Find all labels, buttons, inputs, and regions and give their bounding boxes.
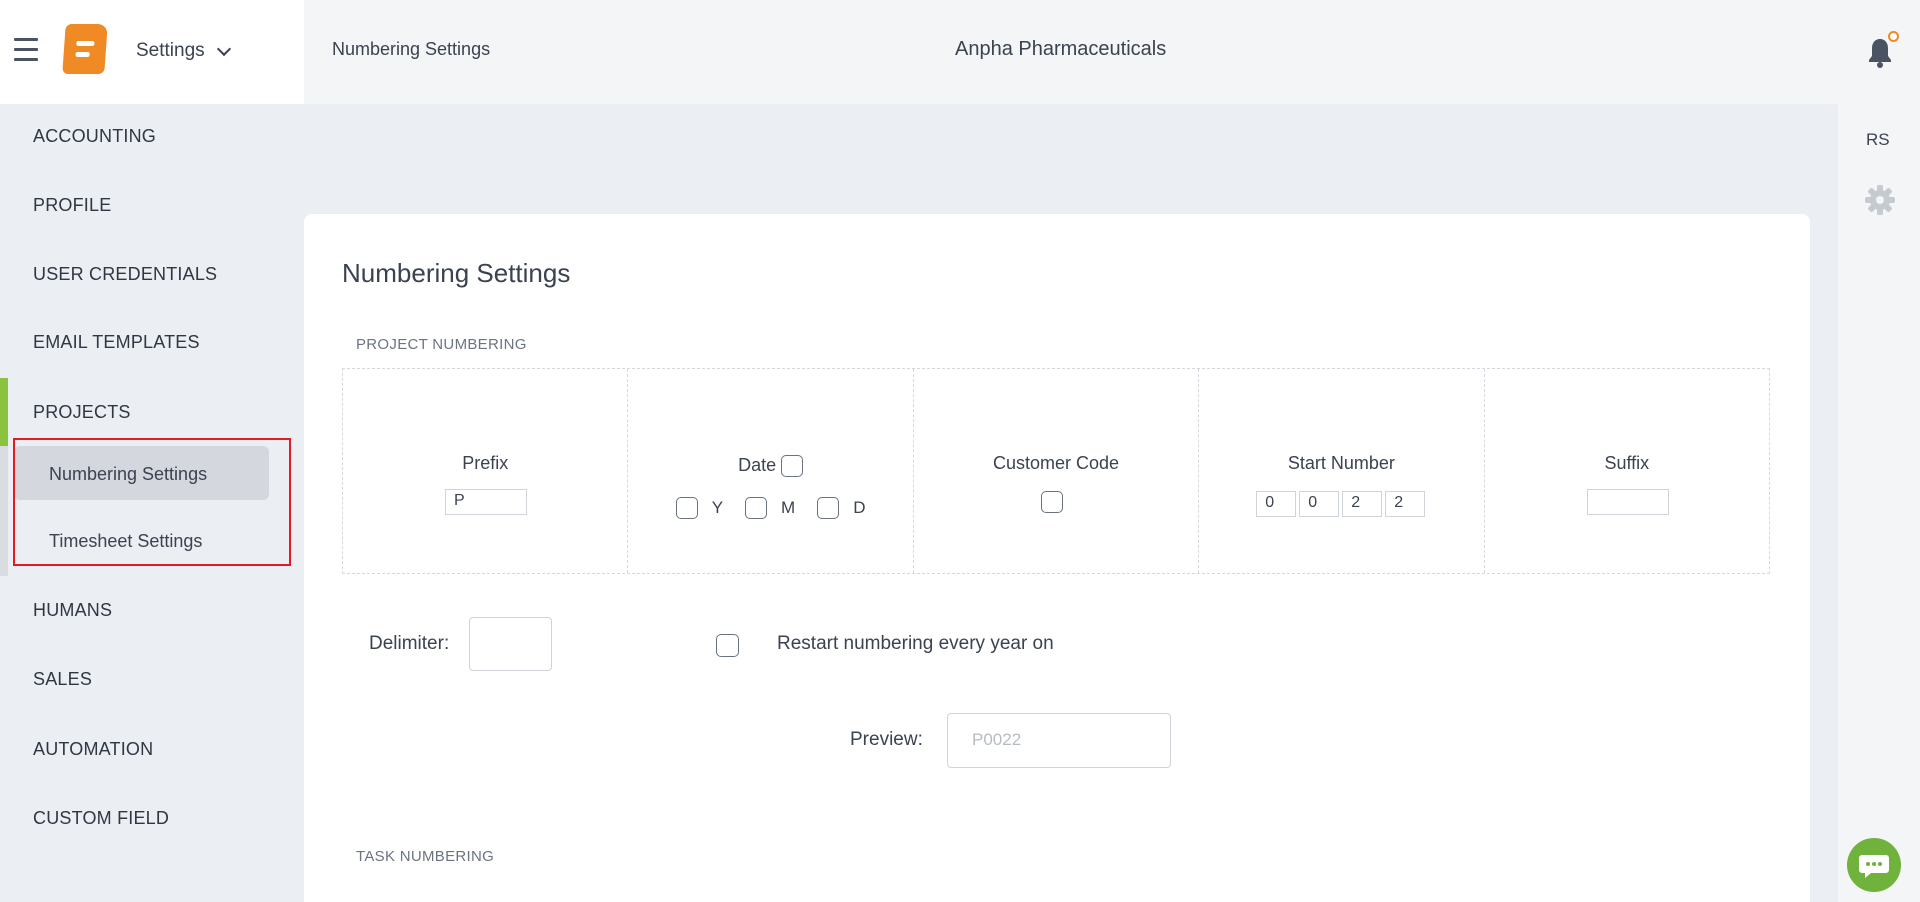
delimiter-label: Delimiter: — [369, 633, 450, 654]
brand-area: Settings — [0, 0, 304, 104]
active-section-indicator — [0, 378, 8, 446]
year-label: Y — [711, 498, 724, 517]
chat-icon — [1859, 855, 1889, 878]
sidebar-item-profile[interactable]: PROFILE — [33, 195, 111, 216]
sidebar-item-humans[interactable]: HUMANS — [33, 600, 112, 621]
delimiter-input[interactable] — [469, 617, 552, 671]
sidebar-subitem-timesheet-settings[interactable]: Timesheet Settings — [49, 531, 202, 552]
month-label: M — [781, 498, 796, 517]
start-digit-4[interactable]: 2 — [1385, 491, 1426, 517]
breadcrumb: Numbering Settings — [332, 39, 491, 59]
hamburger-icon[interactable] — [14, 38, 38, 64]
chevron-down-icon — [216, 41, 231, 56]
sidebar-item-automation[interactable]: AUTOMATION — [33, 739, 153, 760]
start-digit-3[interactable]: 2 — [1342, 491, 1383, 517]
sidebar-subitem-numbering-settings[interactable]: Numbering Settings — [49, 464, 207, 485]
date-label: Date — [738, 455, 777, 475]
sidebar-item-email-templates[interactable]: EMAIL TEMPLATES — [33, 332, 200, 353]
preview-label: Preview: — [850, 729, 923, 750]
date-cell: Date Y M D — [628, 369, 914, 573]
company-name: Anpha Pharmaceuticals — [955, 38, 1167, 60]
section-task-numbering: TASK NUMBERING — [356, 848, 495, 865]
restart-yearly-checkbox[interactable] — [716, 634, 739, 657]
date-checkbox[interactable] — [781, 455, 804, 478]
sidebar — [0, 104, 304, 902]
date-part-year[interactable]: Y — [675, 497, 724, 519]
suffix-cell: Suffix — [1485, 369, 1769, 573]
prefix-input[interactable]: P — [445, 489, 527, 515]
gear-icon[interactable] — [1864, 184, 1896, 216]
start-digit-1[interactable]: 0 — [1256, 491, 1297, 517]
preview-value: P0022 — [972, 730, 1022, 749]
notification-dot — [1888, 31, 1899, 42]
numbering-grid: Prefix P Date Y M D Customer Code Start … — [342, 368, 1770, 574]
sidebar-item-accounting[interactable]: ACCOUNTING — [33, 126, 156, 147]
customer-code-label: Customer Code — [992, 453, 1120, 473]
date-part-month[interactable]: M — [745, 497, 795, 519]
date-label-row: Date — [628, 455, 912, 478]
sidebar-item-projects[interactable]: PROJECTS — [33, 402, 131, 423]
module-label: Settings — [136, 40, 205, 61]
day-label: D — [853, 498, 866, 517]
app-logo[interactable] — [62, 24, 108, 74]
month-checkbox[interactable] — [745, 497, 768, 519]
user-initials[interactable]: RS — [1866, 130, 1890, 150]
start-number-cell: Start Number 0 0 2 2 — [1199, 369, 1485, 573]
module-selector[interactable]: Settings — [136, 36, 231, 66]
prefix-label: Prefix — [462, 453, 509, 473]
sidebar-item-user-credentials[interactable]: USER CREDENTIALS — [33, 264, 217, 285]
year-checkbox[interactable] — [675, 497, 698, 519]
sidebar-item-sales[interactable]: SALES — [33, 669, 92, 690]
date-part-day[interactable]: D — [817, 497, 866, 519]
customer-code-checkbox[interactable] — [1040, 491, 1063, 513]
customer-code-cell: Customer Code — [914, 369, 1200, 573]
submenu-rail — [0, 446, 8, 576]
start-number-label: Start Number — [1287, 453, 1395, 473]
restart-yearly-label: Restart numbering every year on — [777, 633, 1054, 654]
day-checkbox[interactable] — [817, 497, 840, 519]
prefix-cell: Prefix P — [343, 369, 629, 573]
suffix-input[interactable] — [1586, 489, 1669, 515]
start-digit-2[interactable]: 0 — [1299, 491, 1340, 517]
sidebar-item-custom-field[interactable]: CUSTOM FIELD — [33, 808, 169, 829]
suffix-label: Suffix — [1604, 453, 1650, 473]
page-title: Numbering Settings — [342, 258, 571, 288]
section-project-numbering: PROJECT NUMBERING — [356, 336, 527, 353]
date-parts: Y M D — [628, 497, 912, 519]
chat-button[interactable] — [1847, 838, 1901, 892]
